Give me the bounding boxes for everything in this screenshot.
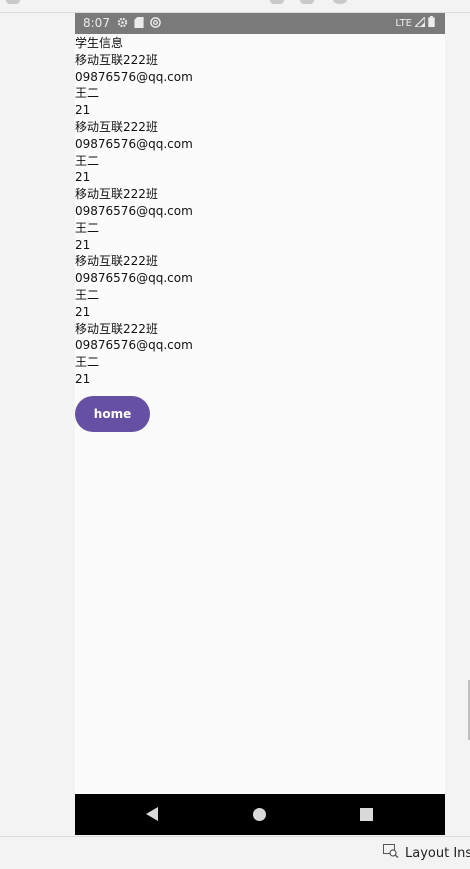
student-name: 王二	[75, 153, 100, 168]
student-name: 王二	[75, 287, 100, 302]
ide-toolbar-icon[interactable]	[300, 0, 314, 4]
student-age: 21	[75, 170, 91, 185]
ide-bottom-bar: Layout Ins	[0, 836, 470, 869]
student-record: 移动互联222班 09876576@qq.com 王二 21	[75, 186, 445, 253]
student-age: 21	[75, 304, 91, 319]
student-info-content: 学生信息 移动互联222班 09876576@qq.com 王二 21 移动互联…	[75, 35, 445, 432]
signal-icon	[413, 15, 426, 30]
ide-toolbar-icon[interactable]	[333, 0, 347, 4]
student-age: 21	[75, 103, 91, 118]
home-icon[interactable]	[253, 808, 266, 821]
email: 09876576@qq.com	[75, 136, 193, 151]
class-name: 移动互联222班	[75, 119, 158, 134]
gear-icon	[117, 17, 128, 31]
network-label: LTE	[395, 17, 412, 29]
student-name: 王二	[75, 220, 100, 235]
sync-icon	[150, 17, 161, 31]
student-name: 王二	[75, 86, 100, 101]
recents-icon[interactable]	[360, 808, 373, 821]
layout-inspector-icon	[383, 844, 399, 862]
email: 09876576@qq.com	[75, 338, 193, 353]
layout-inspector-tab[interactable]: Layout Ins	[383, 844, 470, 862]
student-record: 移动互联222班 09876576@qq.com 王二 21	[75, 253, 445, 320]
status-icons-left	[117, 17, 161, 31]
class-name: 移动互联222班	[75, 52, 158, 67]
home-button[interactable]: home	[75, 395, 150, 432]
ide-toolbar-icon[interactable]	[270, 0, 284, 4]
email: 09876576@qq.com	[75, 271, 193, 286]
class-name: 移动互联222班	[75, 321, 158, 336]
status-icons-right: LTE	[395, 15, 435, 30]
ide-top-toolbar	[0, 0, 470, 13]
student-age: 21	[75, 237, 91, 252]
class-name: 移动互联222班	[75, 254, 158, 269]
email: 09876576@qq.com	[75, 69, 193, 84]
layout-inspector-label: Layout Ins	[405, 845, 470, 861]
emulator-screen: 8:07 LTE 学生信息 移动互联222班 09876576@qq.com 王…	[75, 13, 445, 835]
sd-card-icon	[134, 17, 144, 31]
student-record: 移动互联222班 09876576@qq.com 王二 21	[75, 321, 445, 388]
navigation-bar	[75, 794, 445, 835]
status-time: 8:07	[83, 16, 110, 30]
student-name: 王二	[75, 355, 100, 370]
student-record: 移动互联222班 09876576@qq.com 王二 21	[75, 119, 445, 186]
student-record: 移动互联222班 09876576@qq.com 王二 21	[75, 52, 445, 119]
page-title: 学生信息	[75, 36, 124, 50]
ide-toolbar-icon[interactable]	[6, 0, 20, 4]
status-bar: 8:07 LTE	[75, 13, 445, 34]
class-name: 移动互联222班	[75, 187, 158, 202]
battery-icon	[428, 16, 435, 30]
back-icon[interactable]	[146, 807, 158, 821]
email: 09876576@qq.com	[75, 203, 193, 218]
student-age: 21	[75, 371, 91, 386]
